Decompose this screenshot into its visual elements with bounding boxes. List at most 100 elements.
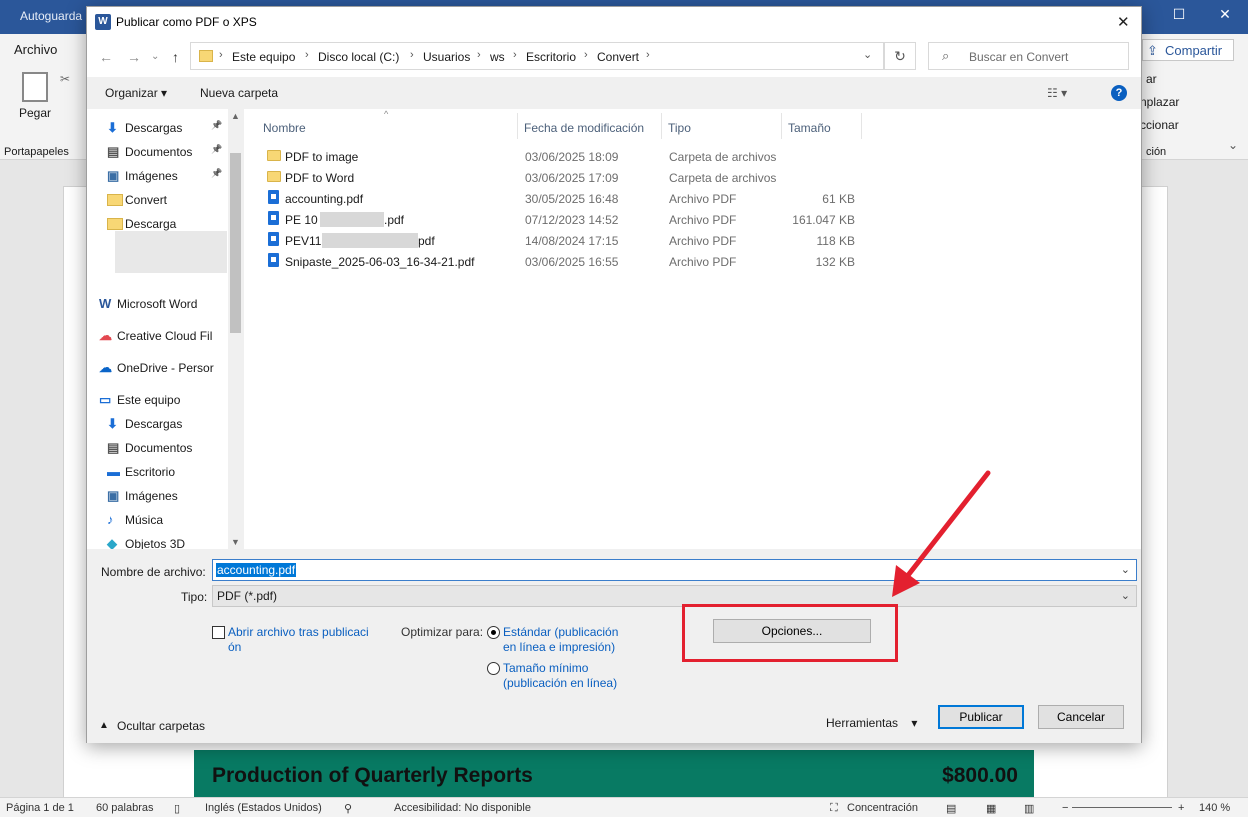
scroll-up-icon[interactable]: ▲ — [231, 111, 240, 121]
paste-icon[interactable] — [22, 72, 48, 102]
organize-button[interactable]: Organizar ▾ — [105, 86, 167, 100]
zoom-slider[interactable] — [1072, 807, 1172, 808]
cancel-button[interactable]: Cancelar — [1038, 705, 1124, 729]
sidebar-item[interactable]: ▣ Imágenes 📌 — [87, 165, 229, 187]
file-row[interactable]: PE 10 .pdf 07/12/2023 14:52 Archivo PDF 161.… — [264, 210, 864, 230]
column-name[interactable]: Nombre — [263, 121, 306, 135]
breadcrumb-este-equipo[interactable]: Este equipo — [232, 50, 295, 64]
forward-arrow-icon[interactable]: → — [127, 49, 141, 65]
archivo-tab[interactable]: Archivo — [14, 42, 57, 57]
zoom-out-icon[interactable]: − — [1062, 802, 1068, 814]
image-icon: ▣ — [107, 168, 120, 183]
column-date[interactable]: Fecha de modificación — [524, 121, 644, 135]
sidebar-item[interactable]: ⬇ Descargas — [87, 413, 229, 435]
sidebar-item[interactable]: ◆ Objetos 3D — [87, 533, 229, 549]
maximize-icon[interactable]: ☐ — [1168, 6, 1190, 26]
optimize-minimum-line2[interactable]: (publicación en línea) — [503, 676, 617, 691]
open-after-label-line1[interactable]: Abrir archivo tras publicaci — [228, 625, 369, 640]
share-icon: ⇪ — [1147, 43, 1158, 58]
recent-dropdown-icon[interactable]: ⌄ — [151, 51, 159, 62]
focus-icon[interactable]: ⛶ — [830, 802, 838, 815]
sidebar-item[interactable]: W Microsoft Word — [87, 293, 229, 315]
back-arrow-icon[interactable]: ← — [99, 49, 113, 65]
file-date: 07/12/2023 14:52 — [525, 213, 619, 227]
print-layout-icon[interactable]: ▦ — [986, 802, 996, 815]
hide-folders-button[interactable]: Ocultar carpetas — [117, 719, 205, 733]
sidebar-item[interactable]: ♪ Música — [87, 509, 229, 531]
address-bar[interactable]: › Este equipo › Disco local (C:) › Usuar… — [190, 42, 884, 70]
redacted-text — [322, 233, 418, 248]
close-icon[interactable]: ✕ — [1214, 6, 1236, 26]
sidebar-item[interactable]: ▤ Documentos 📌 — [87, 141, 229, 163]
file-row[interactable]: PEV11 pdf 14/08/2024 17:15 Archivo PDF 118 K… — [264, 231, 864, 251]
new-folder-button[interactable]: Nueva carpeta — [200, 86, 278, 100]
tools-button[interactable]: Herramientas ▾ — [826, 716, 917, 730]
file-row[interactable]: PDF to image 03/06/2025 18:09 Carpeta de a… — [264, 147, 864, 167]
zoom-level[interactable]: 140 % — [1199, 802, 1230, 814]
open-after-checkbox[interactable] — [212, 626, 225, 639]
share-button[interactable]: ⇪ Compartir — [1142, 39, 1234, 61]
chevron-up-icon[interactable]: ▲ — [99, 720, 109, 731]
file-date: 03/06/2025 18:09 — [525, 150, 619, 164]
chevron-down-icon[interactable]: ⌄ — [1121, 563, 1130, 576]
web-layout-icon[interactable]: ▥ — [1024, 802, 1034, 815]
breadcrumb-ws[interactable]: ws — [490, 50, 505, 64]
file-row[interactable]: Snipaste_2025-06-03_16-34-21.pdf 03/06/20… — [264, 252, 864, 272]
status-focus[interactable]: Concentración — [847, 802, 918, 814]
optimize-standard-line1[interactable]: Estándar (publicación — [503, 625, 618, 640]
ribbon-item-1[interactable]: ar — [1146, 72, 1157, 86]
status-words[interactable]: 60 palabras — [96, 802, 154, 814]
sidebar-item[interactable]: ⬇ Descargas 📌 — [87, 117, 229, 139]
status-accessibility[interactable]: Accesibilidad: No disponible — [394, 802, 531, 814]
optimize-minimum-radio[interactable] — [487, 662, 500, 675]
sidebar-item[interactable]: ▬ Escritorio — [87, 461, 229, 483]
nav-scrollbar-thumb[interactable] — [230, 153, 241, 333]
status-language[interactable]: Inglés (Estados Unidos) — [205, 802, 322, 814]
zoom-in-icon[interactable]: + — [1178, 802, 1184, 814]
open-after-label-line2[interactable]: ón — [228, 640, 241, 655]
file-row[interactable]: PDF to Word 03/06/2025 17:09 Carpeta de ar… — [264, 168, 864, 188]
chevron-down-icon[interactable]: ⌄ — [863, 48, 872, 61]
accessibility-icon[interactable]: ⚲ — [344, 802, 352, 815]
sidebar-item[interactable]: ▭ Este equipo — [87, 389, 229, 411]
ribbon-item-3[interactable]: ccionar — [1140, 118, 1179, 132]
close-icon[interactable]: ✕ — [1117, 13, 1130, 31]
breadcrumb-convert[interactable]: Convert — [597, 50, 639, 64]
search-input[interactable]: ⌕ Buscar en Convert — [928, 42, 1129, 70]
optimize-minimum-line1[interactable]: Tamaño mínimo — [503, 661, 588, 676]
sidebar-item[interactable]: ▣ Imágenes — [87, 485, 229, 507]
sidebar-item[interactable]: ☁ OneDrive - Persor — [87, 357, 229, 379]
annotation-arrow — [892, 470, 991, 597]
document-icon: ▤ — [107, 440, 120, 455]
scroll-down-icon[interactable]: ▼ — [231, 537, 240, 547]
publish-button[interactable]: Publicar — [938, 705, 1024, 729]
ribbon-collapse-icon[interactable]: ⌄ — [1228, 138, 1238, 152]
pdf-file-icon — [268, 253, 279, 267]
help-icon[interactable]: ? — [1111, 85, 1127, 101]
pdf-file-icon — [268, 190, 279, 204]
optimize-standard-radio[interactable] — [487, 626, 500, 639]
file-row[interactable]: accounting.pdf 30/05/2025 16:48 Archivo PD… — [264, 189, 864, 209]
computer-icon: ▭ — [99, 392, 112, 407]
proofing-icon[interactable]: ▯ — [174, 802, 180, 815]
navigation-bar: ← → ⌄ ↑ › Este equipo › Disco local (C:)… — [87, 37, 1141, 77]
chevron-down-icon[interactable]: ⌄ — [1121, 589, 1130, 602]
up-arrow-icon[interactable]: ↑ — [172, 49, 179, 65]
sidebar-item[interactable]: ▤ Documentos — [87, 437, 229, 459]
read-mode-icon[interactable]: ▤ — [946, 802, 956, 815]
sidebar-item[interactable]: ☁ Creative Cloud Fil — [87, 325, 229, 347]
sidebar-item[interactable]: Convert — [87, 189, 229, 211]
ribbon-item-2[interactable]: nplazar — [1140, 95, 1179, 109]
breadcrumb-usuarios[interactable]: Usuarios — [423, 50, 470, 64]
cut-icon[interactable]: ✂ — [60, 72, 70, 86]
breadcrumb-disco-local[interactable]: Disco local (C:) — [318, 50, 399, 64]
breadcrumb-escritorio[interactable]: Escritorio — [526, 50, 576, 64]
column-size[interactable]: Tamaño — [788, 121, 831, 135]
optimize-standard-line2[interactable]: en línea e impresión) — [503, 640, 615, 655]
column-type[interactable]: Tipo — [668, 121, 691, 135]
refresh-button[interactable]: ↻ — [884, 42, 916, 70]
filename-label: Nombre de archivo: — [101, 565, 206, 579]
view-options-icon[interactable]: ☷ ▾ — [1047, 86, 1067, 100]
redacted-text — [320, 212, 384, 227]
status-page[interactable]: Página 1 de 1 — [6, 802, 74, 814]
